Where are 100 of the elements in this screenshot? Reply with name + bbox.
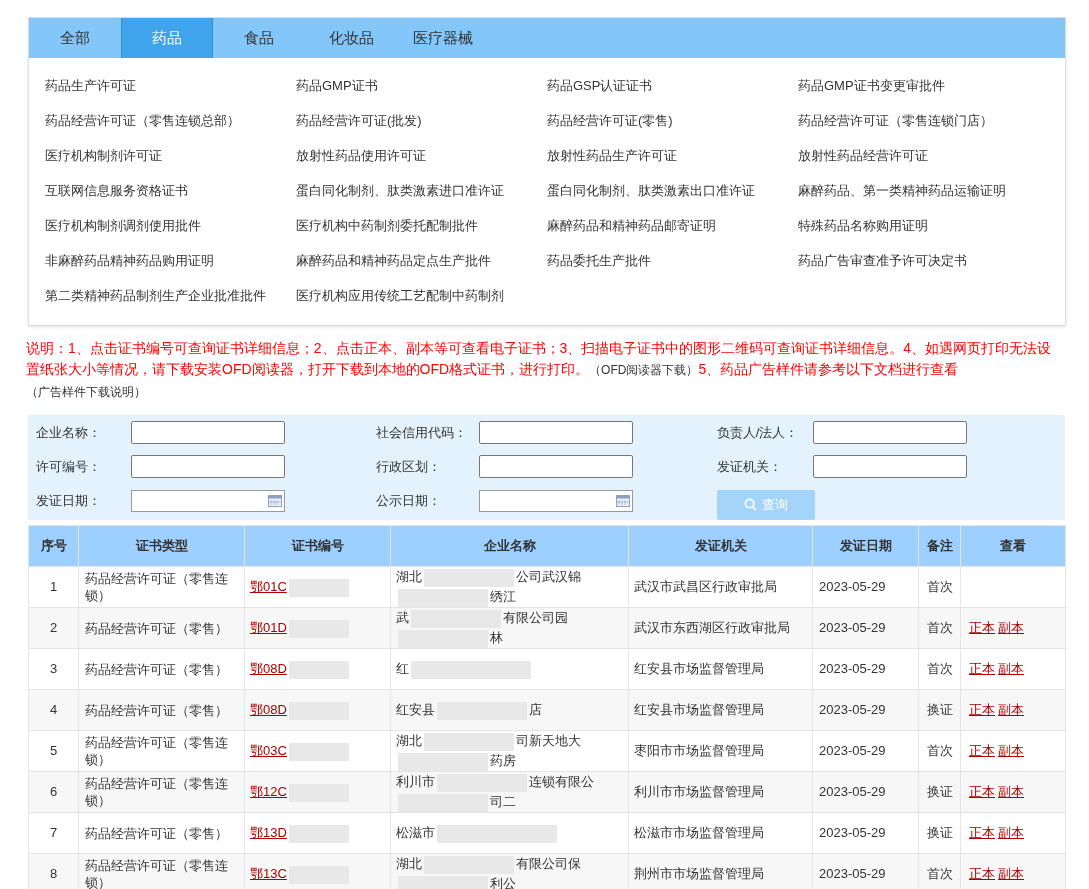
certificate-link[interactable]: 鄂08D [250, 661, 287, 677]
input-field[interactable] [812, 421, 967, 444]
company-name-fragment: 连锁有限公 [529, 774, 594, 789]
certificate-link[interactable]: 鄂08D [250, 702, 287, 718]
field-label: 社会信用代码： [376, 423, 469, 442]
download-link[interactable]: （广告样件下载说明） [26, 385, 146, 399]
certificate-view-link[interactable]: 正本 [969, 866, 995, 882]
category-link[interactable]: 非麻醉药品精神药品购用证明 [45, 243, 296, 278]
category-link[interactable]: 特殊药品名称购用证明 [798, 208, 1049, 243]
certificate-link[interactable]: 鄂01D [250, 620, 287, 636]
category-link[interactable]: 药品经营许可证（零售连锁门店） [798, 103, 1049, 138]
table-cell: 首次 [918, 730, 961, 772]
category-link[interactable]: 麻醉药品、第一类精神药品运输证明 [798, 173, 1049, 208]
category-link[interactable]: 医疗机构制剂调剂使用批件 [45, 208, 296, 243]
company-name-fragment: 利公 [490, 876, 516, 889]
category-link[interactable]: 药品经营许可证（零售连锁总部） [45, 103, 296, 138]
certificate-view-link[interactable]: 正本 [969, 620, 995, 636]
company-name-fragment: 绣江 [490, 589, 516, 604]
input-field[interactable] [131, 421, 285, 444]
category-link[interactable]: 麻醉药品和精神药品邮寄证明 [547, 208, 798, 243]
category-link[interactable]: 药品委托生产批件 [547, 243, 798, 278]
column-header: 序号 [28, 525, 79, 567]
table-cell: 8 [28, 853, 79, 889]
category-link[interactable]: 药品GSP认证证书 [547, 68, 798, 103]
column-header: 企业名称 [390, 525, 629, 567]
company-name-fragment: 松滋市 [396, 825, 435, 840]
category-link[interactable]: 麻醉药品和精神药品定点生产批件 [296, 243, 547, 278]
category-link[interactable]: 药品广告审查准予许可决定书 [798, 243, 1049, 278]
table-cell: 2 [28, 607, 79, 649]
search-icon [743, 498, 757, 511]
category-link[interactable]: 药品GMP证书 [296, 68, 547, 103]
column-header: 证书编号 [244, 525, 391, 567]
table-cell: 药品经营许可证（零售） [78, 689, 245, 731]
table-cell: 首次 [918, 648, 961, 690]
download-link[interactable]: （OFD阅读器下载） [589, 363, 699, 377]
category-link[interactable]: 放射性药品生产许可证 [547, 138, 798, 173]
category-link[interactable]: 药品生产许可证 [45, 68, 296, 103]
table-cell: 武汉市武昌区行政审批局 [628, 566, 813, 608]
company-name-fragment: 利川市 [396, 774, 435, 789]
column-header: 发证日期 [812, 525, 919, 567]
calendar-icon [268, 494, 282, 507]
category-link[interactable]: 医疗机构制剂许可证 [45, 138, 296, 173]
table-cell: 换证 [918, 771, 961, 813]
company-name-fragment: 红安县 [396, 702, 435, 717]
certificate-link[interactable]: 鄂01C [250, 579, 287, 595]
certificate-view-link[interactable]: 正本 [969, 784, 995, 800]
certificate-view-link[interactable]: 副本 [998, 620, 1024, 636]
category-link[interactable]: 医疗机构中药制剂委托配制批件 [296, 208, 547, 243]
category-link[interactable]: 蛋白同化制剂、肽类激素出口准许证 [547, 173, 798, 208]
table-cell: 药品经营许可证（零售连锁） [78, 566, 245, 608]
certificate-view-link[interactable]: 副本 [998, 866, 1024, 882]
table-cell: 利川市市场监督管理局 [628, 771, 813, 813]
certificate-view-link[interactable]: 副本 [998, 661, 1024, 677]
category-link[interactable]: 药品GMP证书变更审批件 [798, 68, 1049, 103]
category-link[interactable]: 蛋白同化制剂、肽类激素进口准许证 [296, 173, 547, 208]
category-link[interactable]: 放射性药品使用许可证 [296, 138, 547, 173]
certificate-link[interactable]: 鄂13D [250, 825, 287, 841]
input-field[interactable] [131, 455, 285, 478]
category-link[interactable]: 医疗机构应用传统工艺配制中药制剂 [296, 278, 547, 313]
category-link[interactable]: 第二类精神药品制剂生产企业批准批件 [45, 278, 296, 313]
certificate-view-link[interactable]: 副本 [998, 825, 1024, 841]
input-field[interactable] [812, 455, 967, 478]
column-header: 备注 [918, 525, 961, 567]
certificate-link[interactable]: 鄂12C [250, 784, 287, 800]
input-field[interactable] [479, 421, 634, 444]
table-cell: 1 [28, 566, 79, 608]
category-link[interactable]: 药品经营许可证(零售) [547, 103, 798, 138]
company-name-fragment: 湖北 [396, 569, 422, 584]
category-tab[interactable]: 化妆品 [305, 18, 397, 58]
certificate-view-link[interactable]: 正本 [969, 661, 995, 677]
certificate-view-link[interactable]: 正本 [969, 743, 995, 759]
category-link[interactable]: 互联网信息服务资格证书 [45, 173, 296, 208]
certificate-view-link[interactable]: 副本 [998, 784, 1024, 800]
field-label: 行政区划： [376, 457, 443, 476]
column-header: 发证机关 [628, 525, 813, 567]
table-cell: 松滋市市场监督管理局 [628, 812, 813, 854]
table-cell: 2023-05-29 [812, 812, 919, 854]
date-field[interactable] [131, 489, 285, 512]
table-cell: 2023-05-29 [812, 689, 919, 731]
table-cell: 药品经营许可证（零售） [78, 812, 245, 854]
table-cell: 药品经营许可证（零售连锁） [78, 730, 245, 772]
company-name-fragment: 林 [490, 630, 503, 645]
category-link[interactable]: 药品经营许可证(批发) [296, 103, 547, 138]
category-tab[interactable]: 食品 [213, 18, 305, 58]
certificate-link[interactable]: 鄂13C [250, 866, 287, 882]
certificate-view-link[interactable]: 副本 [998, 702, 1024, 718]
category-link[interactable]: 放射性药品经营许可证 [798, 138, 1049, 173]
certificate-link[interactable]: 鄂03C [250, 743, 287, 759]
certificate-view-link[interactable]: 副本 [998, 743, 1024, 759]
category-tab[interactable]: 医疗器械 [397, 18, 489, 58]
date-field[interactable] [479, 489, 634, 512]
field-label: 发证机关： [716, 457, 783, 476]
table-cell: 首次 [918, 566, 961, 608]
table-cell: 红安县市场监督管理局 [628, 689, 813, 731]
table-cell: 2023-05-29 [812, 607, 919, 649]
certificate-view-link[interactable]: 正本 [969, 702, 995, 718]
calendar-icon [616, 494, 631, 507]
category-tab[interactable]: 全部 [29, 18, 121, 58]
certificate-view-link[interactable]: 正本 [969, 825, 995, 841]
input-field[interactable] [479, 455, 634, 478]
